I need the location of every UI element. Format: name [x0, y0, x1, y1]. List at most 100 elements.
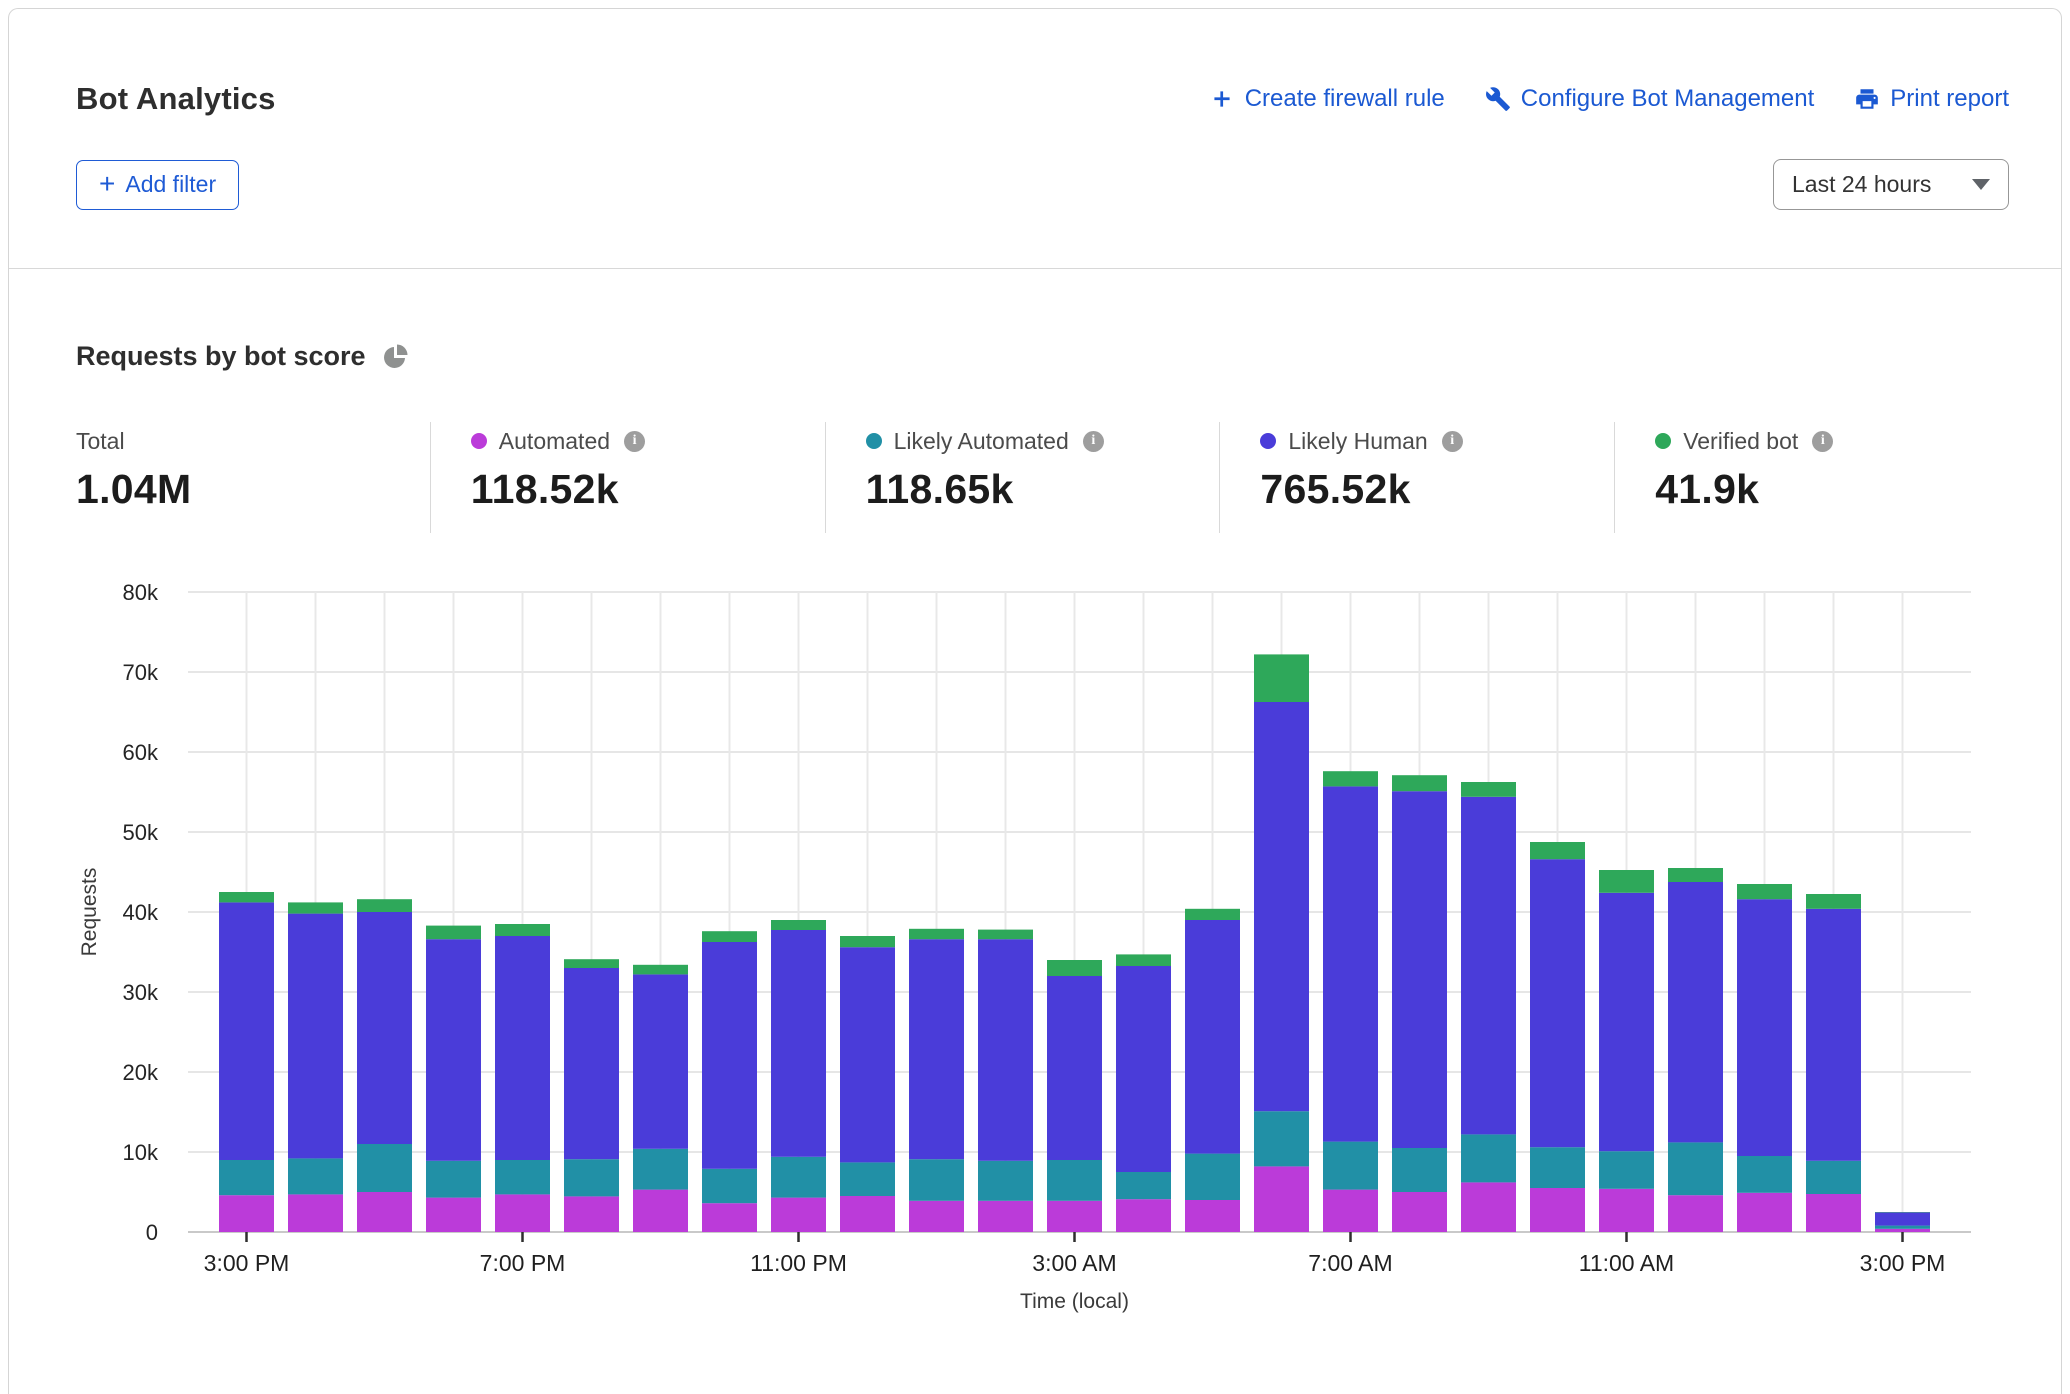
bar-segment-likely-human[interactable] [564, 968, 619, 1159]
bar-segment-likely-human[interactable] [1806, 909, 1861, 1161]
bar-segment-verified-bot[interactable] [1806, 894, 1861, 909]
bar-segment-likely-human[interactable] [288, 914, 343, 1159]
bar-segment-likely-automated[interactable] [978, 1161, 1033, 1201]
bar-segment-automated[interactable] [909, 1201, 964, 1232]
configure-bot-management-link[interactable]: Configure Bot Management [1485, 85, 1815, 113]
bar-segment-likely-human[interactable] [1599, 893, 1654, 1151]
bar-segment-automated[interactable] [357, 1192, 412, 1232]
bar-segment-automated[interactable] [1254, 1166, 1309, 1232]
bar-segment-verified-bot[interactable] [633, 965, 688, 975]
bar-segment-likely-human[interactable] [771, 930, 826, 1157]
bar-segment-automated[interactable] [288, 1194, 343, 1232]
bar-segment-likely-automated[interactable] [1599, 1151, 1654, 1189]
bar-segment-verified-bot[interactable] [495, 924, 550, 936]
bar-segment-automated[interactable] [702, 1203, 757, 1232]
bar-segment-automated[interactable] [771, 1198, 826, 1232]
create-firewall-rule-link[interactable]: Create firewall rule [1209, 85, 1445, 113]
bar-segment-verified-bot[interactable] [1185, 909, 1240, 920]
bar-segment-automated[interactable] [978, 1201, 1033, 1232]
bar-segment-verified-bot[interactable] [840, 936, 895, 947]
bar-segment-automated[interactable] [1323, 1190, 1378, 1232]
bar-segment-likely-human[interactable] [1254, 702, 1309, 1111]
bar-segment-verified-bot[interactable] [1599, 870, 1654, 893]
bar-segment-likely-automated[interactable] [1116, 1172, 1171, 1199]
bar-segment-likely-human[interactable] [1530, 859, 1585, 1147]
bar-segment-likely-human[interactable] [495, 936, 550, 1160]
bar-segment-likely-automated[interactable] [771, 1157, 826, 1198]
bar-segment-likely-human[interactable] [1185, 920, 1240, 1154]
bar-segment-verified-bot[interactable] [909, 929, 964, 939]
bar-segment-verified-bot[interactable] [702, 931, 757, 942]
bar-segment-likely-human[interactable] [1047, 976, 1102, 1160]
bar-segment-likely-human[interactable] [1737, 899, 1792, 1156]
bar-segment-verified-bot[interactable] [1461, 782, 1516, 797]
bar-segment-likely-human[interactable] [978, 939, 1033, 1161]
bar-segment-verified-bot[interactable] [1530, 842, 1585, 859]
bar-segment-verified-bot[interactable] [771, 920, 826, 930]
bar-segment-likely-human[interactable] [1116, 966, 1171, 1172]
bar-segment-likely-human[interactable] [219, 902, 274, 1160]
bar-segment-likely-automated[interactable] [702, 1169, 757, 1203]
bar-segment-verified-bot[interactable] [1668, 868, 1723, 882]
bar-segment-verified-bot[interactable] [1254, 654, 1309, 702]
info-icon[interactable]: i [624, 431, 645, 452]
bar-segment-likely-automated[interactable] [219, 1160, 274, 1195]
requests-by-bot-score-chart[interactable]: 010k20k30k40k50k60k70k80k3:00 PM7:00 PM1… [76, 577, 1976, 1317]
bar-segment-likely-automated[interactable] [1875, 1226, 1930, 1229]
info-icon[interactable]: i [1812, 431, 1833, 452]
bar-segment-automated[interactable] [1392, 1192, 1447, 1232]
bar-segment-automated[interactable] [1116, 1199, 1171, 1232]
bar-segment-automated[interactable] [426, 1198, 481, 1232]
bar-segment-verified-bot[interactable] [357, 899, 412, 912]
bar-segment-likely-automated[interactable] [909, 1159, 964, 1201]
bar-segment-automated[interactable] [1737, 1193, 1792, 1232]
bar-segment-automated[interactable] [1461, 1182, 1516, 1232]
bar-segment-verified-bot[interactable] [426, 926, 481, 940]
time-range-select[interactable]: Last 24 hours [1773, 159, 2009, 210]
bar-segment-likely-automated[interactable] [1392, 1148, 1447, 1192]
bar-segment-likely-automated[interactable] [564, 1159, 619, 1196]
bar-segment-automated[interactable] [219, 1195, 274, 1232]
bar-segment-verified-bot[interactable] [1737, 884, 1792, 899]
bar-segment-likely-human[interactable] [426, 939, 481, 1161]
bar-segment-automated[interactable] [1875, 1229, 1930, 1232]
bar-segment-verified-bot[interactable] [564, 959, 619, 968]
bar-segment-verified-bot[interactable] [1116, 954, 1171, 966]
bar-segment-likely-automated[interactable] [1668, 1142, 1723, 1195]
bar-segment-likely-human[interactable] [633, 974, 688, 1148]
bar-segment-automated[interactable] [1185, 1200, 1240, 1232]
bar-segment-likely-human[interactable] [1461, 797, 1516, 1135]
bar-segment-likely-automated[interactable] [1047, 1160, 1102, 1201]
bar-segment-likely-human[interactable] [1875, 1212, 1930, 1225]
info-icon[interactable]: i [1442, 431, 1463, 452]
bar-segment-likely-automated[interactable] [840, 1162, 895, 1196]
bar-segment-verified-bot[interactable] [1047, 960, 1102, 976]
bar-segment-likely-automated[interactable] [1737, 1156, 1792, 1193]
bar-segment-likely-human[interactable] [702, 942, 757, 1169]
bar-segment-likely-human[interactable] [1668, 882, 1723, 1142]
bar-segment-automated[interactable] [564, 1196, 619, 1232]
info-icon[interactable]: i [1083, 431, 1104, 452]
bar-segment-likely-automated[interactable] [426, 1161, 481, 1198]
print-report-link[interactable]: Print report [1854, 85, 2009, 113]
bar-segment-likely-automated[interactable] [1254, 1111, 1309, 1166]
bar-segment-likely-human[interactable] [909, 939, 964, 1159]
bar-segment-likely-automated[interactable] [1461, 1134, 1516, 1182]
bar-segment-automated[interactable] [1530, 1188, 1585, 1232]
bar-segment-likely-human[interactable] [1323, 786, 1378, 1141]
bar-segment-likely-human[interactable] [1392, 791, 1447, 1148]
bar-segment-likely-automated[interactable] [357, 1144, 412, 1192]
bar-segment-verified-bot[interactable] [1392, 775, 1447, 791]
bar-segment-likely-automated[interactable] [1185, 1154, 1240, 1200]
bar-segment-likely-automated[interactable] [495, 1160, 550, 1194]
bar-segment-verified-bot[interactable] [288, 902, 343, 913]
bar-segment-likely-automated[interactable] [1806, 1161, 1861, 1194]
bar-segment-automated[interactable] [495, 1194, 550, 1232]
bar-segment-automated[interactable] [840, 1196, 895, 1232]
bar-segment-verified-bot[interactable] [1323, 771, 1378, 786]
bar-segment-likely-automated[interactable] [633, 1149, 688, 1190]
bar-segment-automated[interactable] [1599, 1189, 1654, 1232]
bar-segment-likely-automated[interactable] [1530, 1147, 1585, 1188]
bar-segment-automated[interactable] [1806, 1194, 1861, 1232]
add-filter-button[interactable]: + Add filter [76, 160, 239, 210]
